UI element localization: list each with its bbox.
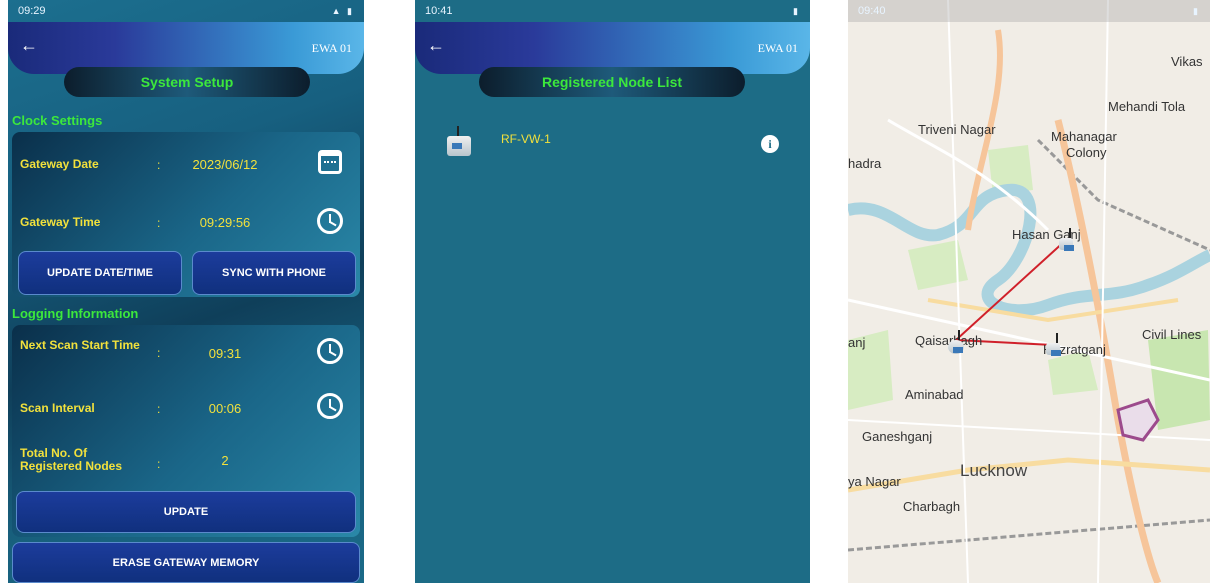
- gateway-date-value: 2023/06/12: [192, 157, 258, 172]
- back-arrow-icon[interactable]: ←: [427, 35, 445, 56]
- map-label: Lucknow: [960, 461, 1028, 480]
- status-time: 09:40: [858, 5, 886, 17]
- node-device-icon: [447, 126, 471, 156]
- colon: :: [157, 216, 161, 230]
- system-setup-screen: 09:29 ▲ ▮ ← EWA 01 System Setup Clock Se…: [8, 0, 364, 583]
- map-label: Charbagh: [903, 499, 961, 514]
- map-screen: 09:40 ▮ Vikas Mehandi Tola Triveni Nagar…: [848, 0, 1210, 583]
- erase-gateway-memory-button[interactable]: ERASE GATEWAY MEMORY: [12, 542, 360, 583]
- status-icons: ▲ ▮: [331, 5, 354, 16]
- update-datetime-button[interactable]: UPDATE DATE/TIME: [18, 251, 182, 295]
- gateway-date-label: Gateway Date: [20, 157, 99, 171]
- status-bar: 09:40 ▮: [848, 0, 1210, 22]
- colon: :: [157, 346, 161, 360]
- map-label: Triveni Nagar: [918, 122, 996, 137]
- map-label: Colony: [1066, 145, 1107, 160]
- gateway-marker-icon[interactable]: [948, 330, 964, 354]
- list-item[interactable]: RF-VW-1 i: [435, 120, 790, 164]
- map-label: Vikas: [1171, 54, 1203, 69]
- sync-with-phone-button[interactable]: SYNC WITH PHONE: [192, 251, 356, 295]
- total-nodes-label: Total No. Of Registered Nodes: [20, 446, 123, 473]
- map-label: hadra: [848, 156, 882, 171]
- page-title: System Setup: [64, 67, 310, 97]
- update-button[interactable]: UPDATE: [16, 491, 356, 533]
- gateway-time-value: 09:29:56: [199, 215, 251, 230]
- device-name: EWA 01: [757, 41, 798, 55]
- scan-interval-value: 00:06: [208, 401, 242, 416]
- status-time: 09:29: [18, 5, 46, 17]
- clock-icon[interactable]: [317, 393, 343, 419]
- scan-interval-label: Scan Interval: [20, 401, 95, 415]
- gateway-time-label: Gateway Time: [20, 215, 101, 229]
- clock-icon[interactable]: [317, 338, 343, 364]
- colon: :: [157, 402, 161, 416]
- status-icons: ▮: [1193, 5, 1200, 16]
- back-arrow-icon[interactable]: ←: [20, 35, 38, 56]
- clock-icon[interactable]: [317, 208, 343, 234]
- total-nodes-value: 2: [221, 453, 229, 468]
- map-label: anj: [848, 335, 866, 350]
- next-scan-value: 09:31: [208, 346, 242, 361]
- next-scan-label: Next Scan Start Time: [20, 338, 140, 352]
- map-label: Mehandi Tola: [1108, 99, 1186, 114]
- node-name: RF-VW-1: [501, 132, 551, 146]
- page-title: Registered Node List: [479, 67, 745, 97]
- map-label: Aminabad: [905, 387, 964, 402]
- clock-settings-heading: Clock Settings: [12, 113, 103, 128]
- map-canvas[interactable]: [848, 0, 1210, 583]
- status-time: 10:41: [425, 5, 453, 17]
- status-icons: ▮: [793, 5, 800, 16]
- status-bar: 10:41 ▮: [415, 0, 810, 22]
- colon: :: [157, 457, 161, 471]
- node-marker-icon[interactable]: [1059, 228, 1074, 251]
- colon: :: [157, 158, 161, 172]
- map-label: Mahanagar: [1051, 129, 1117, 144]
- map-label: ya Nagar: [848, 474, 901, 489]
- info-icon[interactable]: i: [761, 135, 779, 153]
- map-label: Ganeshganj: [862, 429, 933, 444]
- device-name: EWA 01: [311, 41, 352, 55]
- logging-information-heading: Logging Information: [12, 306, 139, 321]
- node-list-screen: 10:41 ▮ ← EWA 01 Registered Node List RF…: [415, 0, 810, 583]
- calendar-icon[interactable]: [318, 150, 342, 174]
- status-bar: 09:29 ▲ ▮: [8, 0, 364, 22]
- map-label: Civil Lines: [1142, 327, 1202, 342]
- node-marker-icon[interactable]: [1046, 333, 1061, 356]
